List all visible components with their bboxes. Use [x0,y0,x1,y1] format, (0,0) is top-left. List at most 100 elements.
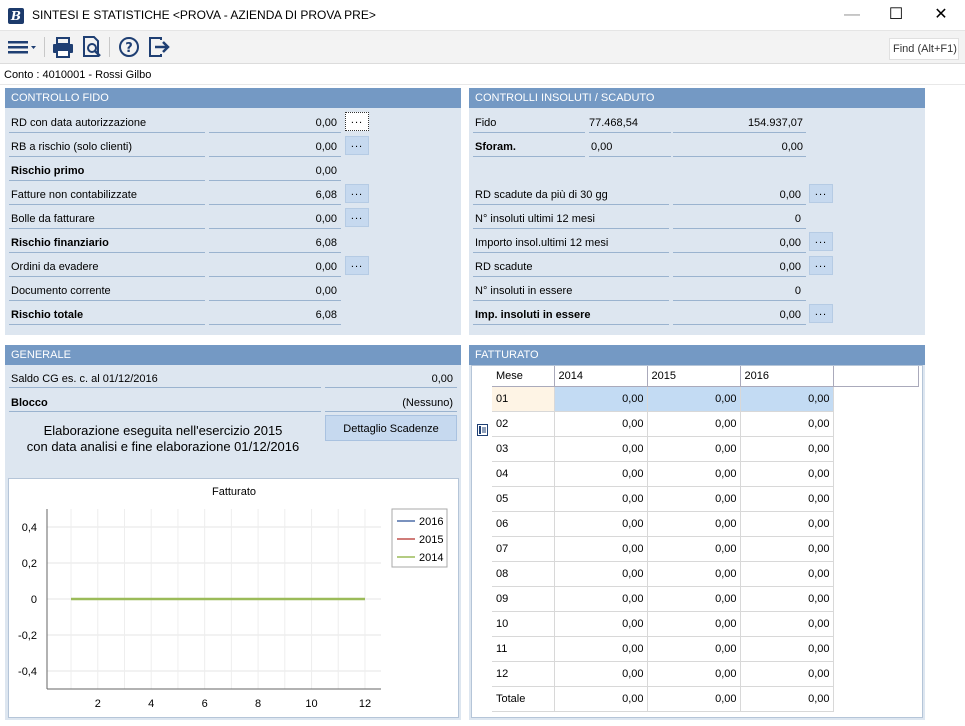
column-header[interactable]: Mese [492,366,555,387]
value-cell[interactable]: 0,00 [647,661,741,687]
month-cell[interactable]: 04 [492,461,555,487]
month-cell[interactable]: 01 [492,386,555,412]
value-cell[interactable]: 0,00 [740,636,834,662]
value-cell[interactable]: 0,00 [740,661,834,687]
detail-button[interactable]: ... [809,184,833,203]
table-row[interactable]: 04 0,00 0,00 0,00 [492,461,918,487]
value-cell[interactable]: 0,00 [647,586,741,612]
table-row[interactable]: 02 0,00 0,00 0,00 [492,411,918,437]
value-cell[interactable]: 0,00 [647,536,741,562]
value-cell[interactable]: 0,00 [554,411,648,437]
value-cell[interactable]: 0,00 [554,461,648,487]
controlli-insoluti-panel: CONTROLLI INSOLUTI / SCADUTO Fido 77.468… [469,88,925,335]
find-input[interactable]: Find (Alt+F1) [889,38,959,60]
detail-button[interactable]: ... [345,112,369,131]
value-cell[interactable]: 0,00 [740,511,834,537]
month-cell[interactable]: 11 [492,636,555,662]
table-row[interactable]: 03 0,00 0,00 0,00 [492,436,918,462]
month-cell[interactable]: 05 [492,486,555,512]
value-cell[interactable]: 0,00 [647,611,741,637]
value-cell[interactable]: 0,00 [647,636,741,662]
column-header[interactable]: 2016 [740,366,834,387]
table-row[interactable]: 12 0,00 0,00 0,00 [492,661,918,687]
table-row[interactable]: Totale 0,00 0,00 0,00 [492,686,918,712]
svg-text:?: ? [125,41,133,56]
value-cell[interactable]: 0,00 [740,611,834,637]
value-cell[interactable]: 0,00 [647,436,741,462]
table-row[interactable]: 11 0,00 0,00 0,00 [492,636,918,662]
value-cell[interactable]: 0,00 [740,411,834,437]
value-cell[interactable]: 0,00 [740,536,834,562]
insoluti-row-label: Importo insol.ultimi 12 mesi [475,237,609,249]
note-line-2: con data analisi e fine elaborazione 01/… [26,439,300,454]
minimize-button[interactable]: — [829,0,875,30]
exit-icon[interactable] [146,34,172,60]
table-row[interactable]: 07 0,00 0,00 0,00 [492,536,918,562]
print-preview-icon[interactable] [79,34,105,60]
table-row[interactable]: 05 0,00 0,00 0,00 [492,486,918,512]
month-cell[interactable]: 09 [492,586,555,612]
menu-icon[interactable] [6,34,40,60]
detail-button[interactable]: ... [809,256,833,275]
value-cell[interactable]: 0,00 [554,611,648,637]
column-header[interactable]: 2014 [554,366,648,387]
dettaglio-scadenze-button[interactable]: Dettaglio Scadenze [325,415,457,441]
value-cell[interactable]: 0,00 [554,686,648,712]
value-cell[interactable]: 0,00 [554,636,648,662]
detail-button[interactable]: ... [345,256,369,275]
month-cell[interactable]: Totale [492,686,555,712]
table-row[interactable]: 08 0,00 0,00 0,00 [492,561,918,587]
value-cell[interactable]: 0,00 [647,411,741,437]
divider [209,252,341,253]
value-cell[interactable]: 0,00 [647,561,741,587]
month-cell[interactable]: 06 [492,511,555,537]
detail-button[interactable]: ... [809,232,833,251]
month-cell[interactable]: 02 [492,411,555,437]
month-cell[interactable]: 10 [492,611,555,637]
value-cell[interactable]: 0,00 [554,436,648,462]
value-cell[interactable]: 0,00 [647,461,741,487]
maximize-button[interactable]: ☐ [873,0,919,30]
value-cell[interactable]: 0,00 [554,386,648,412]
help-icon[interactable]: ? [116,34,142,60]
divider [209,132,341,133]
value-cell[interactable]: 0,00 [554,536,648,562]
value-cell[interactable]: 0,00 [554,486,648,512]
month-cell[interactable]: 12 [492,661,555,687]
column-header[interactable]: 2015 [647,366,741,387]
table-row[interactable]: 06 0,00 0,00 0,00 [492,511,918,537]
month-cell[interactable]: 03 [492,436,555,462]
value-cell[interactable]: 0,00 [647,486,741,512]
divider [209,180,341,181]
divider [673,228,806,229]
detail-button[interactable]: ... [345,136,369,155]
table-row[interactable]: 09 0,00 0,00 0,00 [492,586,918,612]
value-cell[interactable]: 0,00 [554,586,648,612]
month-cell[interactable]: 07 [492,536,555,562]
value-cell[interactable]: 0,00 [554,661,648,687]
month-cell[interactable]: 08 [492,561,555,587]
value-cell[interactable]: 0,00 [740,386,834,412]
value-cell[interactable]: 0,00 [554,511,648,537]
detail-button[interactable]: ... [345,184,369,203]
print-icon[interactable] [50,34,76,60]
close-button[interactable]: ✕ [918,0,964,30]
sforam-value: 0,00 [591,141,613,153]
detail-button[interactable]: ... [809,304,833,323]
value-cell[interactable]: 0,00 [740,561,834,587]
value-cell[interactable]: 0,00 [554,561,648,587]
value-cell[interactable]: 0,00 [740,486,834,512]
value-cell[interactable]: 0,00 [647,686,741,712]
table-row[interactable]: 01 0,00 0,00 0,00 [492,386,918,412]
value-cell[interactable]: 0,00 [647,386,741,412]
value-cell[interactable]: 0,00 [740,586,834,612]
y-tick-label: 0 [31,594,37,606]
detail-button[interactable]: ... [345,208,369,227]
value-cell[interactable]: 0,00 [647,511,741,537]
value-cell[interactable]: 0,00 [740,461,834,487]
value-cell[interactable]: 0,00 [740,436,834,462]
column-header-empty [833,366,919,387]
value-cell[interactable]: 0,00 [740,686,834,712]
divider [473,132,585,133]
table-row[interactable]: 10 0,00 0,00 0,00 [492,611,918,637]
